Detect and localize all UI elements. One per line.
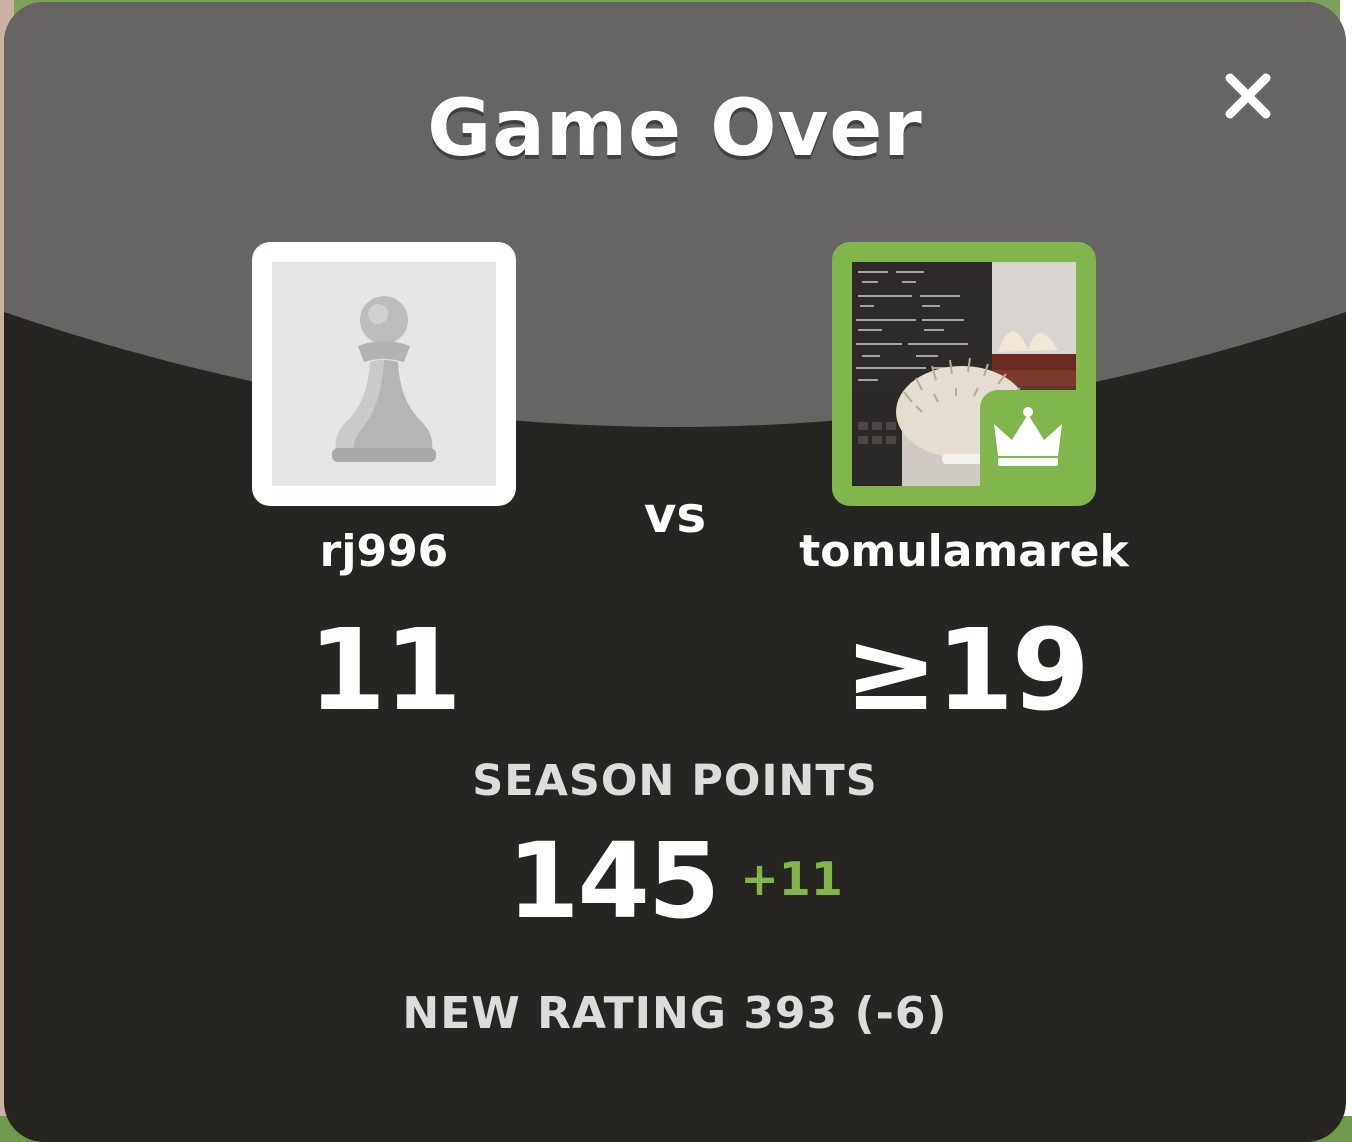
- player-avatar-right[interactable]: [832, 242, 1096, 506]
- new-rating-text: NEW RATING 393 (-6): [402, 988, 948, 1039]
- player-username-right[interactable]: tomulamarek: [764, 526, 1164, 577]
- season-points-value: 145: [507, 820, 720, 942]
- header-background: [4, 2, 1346, 427]
- season-points-delta: +11: [740, 852, 843, 906]
- close-button[interactable]: [1216, 64, 1280, 128]
- close-icon: [1225, 73, 1271, 119]
- pawn-icon: [332, 296, 436, 462]
- player-score-left: 11: [308, 606, 462, 736]
- vs-label: vs: [643, 486, 707, 544]
- game-over-dialog: Game Over rj996 vs tomulamarek 11 ≥19 SE…: [4, 2, 1346, 1142]
- player-score-right: ≥19: [844, 606, 1090, 736]
- season-points-label: SEASON POINTS: [472, 756, 878, 806]
- player-username-left[interactable]: rj996: [184, 526, 584, 577]
- dialog-title: Game Over: [427, 84, 923, 174]
- avatar-placeholder: [272, 262, 496, 486]
- crown-badge: [980, 390, 1076, 486]
- crown-icon: [994, 407, 1062, 466]
- avatar-photo: [852, 262, 1076, 486]
- season-points-row: 145 +11: [4, 820, 1346, 942]
- player-avatar-left[interactable]: [252, 242, 516, 506]
